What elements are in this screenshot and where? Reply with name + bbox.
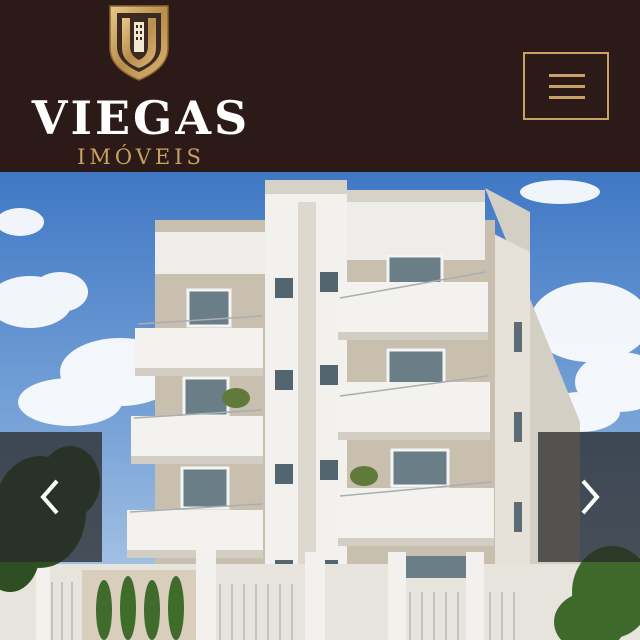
viegas-shield-logo-icon[interactable]	[108, 4, 170, 82]
chevron-right-icon	[581, 479, 600, 515]
carousel-prev-button[interactable]	[0, 432, 102, 562]
hero-carousel	[0, 172, 640, 640]
site-header: VIEGAS IMÓVEIS	[0, 0, 640, 172]
menu-bar	[549, 85, 585, 88]
carousel-next-button[interactable]	[538, 432, 640, 562]
building-rendering-image	[0, 172, 640, 640]
menu-bar	[549, 96, 585, 99]
chevron-left-icon	[40, 479, 59, 515]
brand-subtitle: IMÓVEIS	[77, 145, 205, 169]
menu-bar	[549, 74, 585, 77]
hamburger-menu-button[interactable]	[523, 52, 609, 120]
brand-name[interactable]: VIEGAS	[0, 92, 282, 144]
